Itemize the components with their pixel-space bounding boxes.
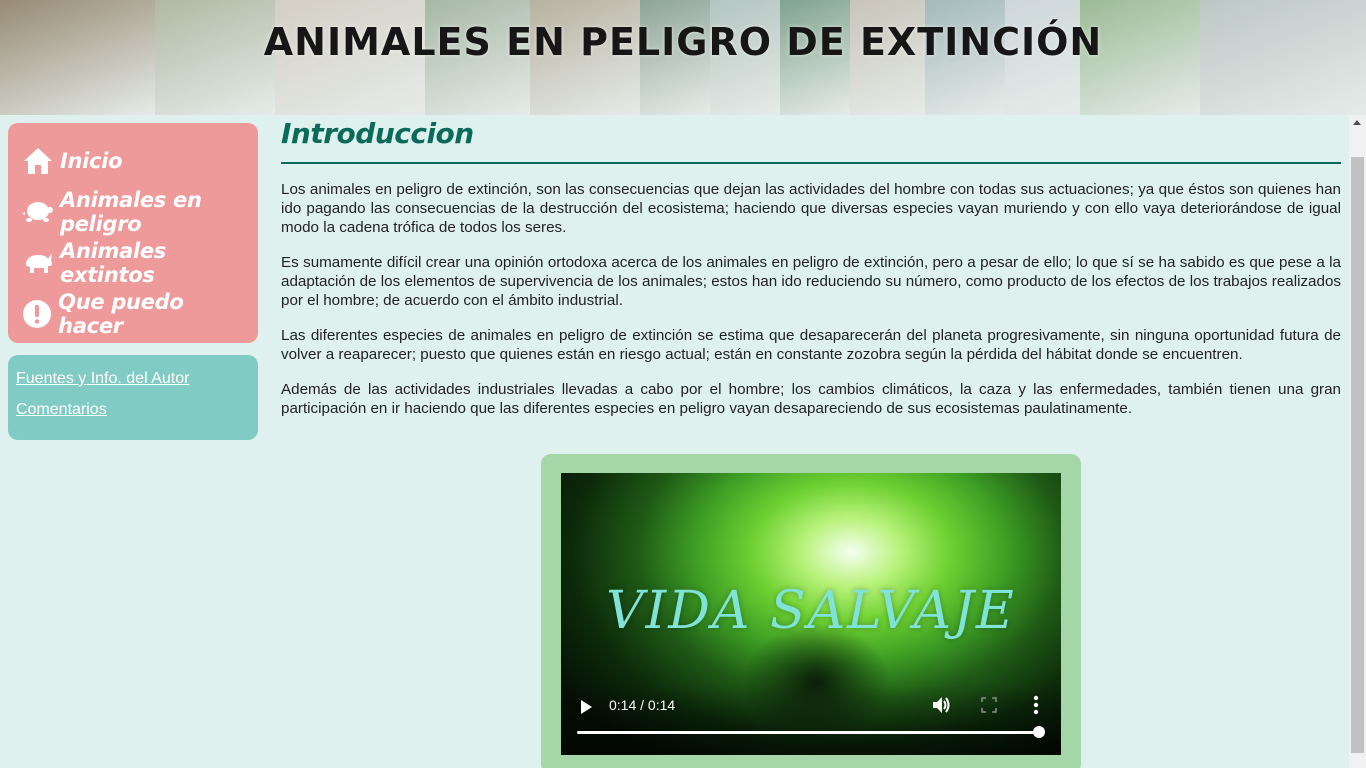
nav-label: Animales extintos — [60, 238, 166, 287]
site-title: ANIMALES EN PELIGRO DE EXTINCIÓN — [263, 20, 1103, 64]
nav-label: Que puedo hacer — [58, 289, 184, 338]
turtle-icon — [22, 196, 54, 228]
nav-label: Inicio — [60, 148, 123, 173]
page-title: Introduccion — [281, 117, 474, 150]
video-time: 0:14 / 0:14 — [609, 697, 676, 713]
paragraph: Es sumamente difícil crear una opinión o… — [281, 254, 1341, 309]
link-fuentes[interactable]: Fuentes y Info. del Autor — [16, 363, 250, 394]
link-comentarios[interactable]: Comentarios — [16, 394, 250, 425]
nav-item-que-puedo-hacer[interactable]: Que puedo hacer — [22, 288, 244, 339]
video-progress-bar[interactable] — [577, 731, 1039, 734]
nav-item-animales-extintos[interactable]: Animales extintos — [22, 237, 244, 288]
paragraph: Los animales en peligro de extinción, so… — [281, 181, 1341, 236]
fullscreen-icon[interactable] — [981, 697, 997, 713]
nav-label: Animales en peligro — [60, 187, 202, 236]
rhino-icon — [22, 247, 54, 279]
home-icon — [22, 145, 54, 177]
nav-item-animales-en-peligro[interactable]: Animales en peligro — [22, 186, 244, 237]
scroll-up-arrow-icon[interactable] — [1353, 120, 1361, 125]
paragraph: Las diferentes especies de animales en p… — [281, 327, 1341, 363]
video-frame: VIDA SALVAJE 0:14 / 0:14 — [541, 454, 1081, 768]
main-nav: Inicio Animales en peligro Animales exti… — [8, 123, 258, 343]
video-controls — [561, 685, 1061, 755]
main-content: Introduccion Los animales en peligro de … — [281, 113, 1341, 434]
video-progress-thumb[interactable] — [1033, 726, 1045, 738]
video-caption: VIDA SALVAJE — [606, 581, 1016, 641]
volume-icon[interactable] — [931, 695, 951, 715]
play-icon[interactable] — [579, 699, 593, 714]
page-scrollbar[interactable] — [1349, 115, 1366, 768]
nav-item-inicio[interactable]: Inicio — [22, 135, 244, 186]
intro-text: Los animales en peligro de extinción, so… — [281, 180, 1341, 418]
title-divider — [281, 162, 1341, 164]
paragraph: Además de las actividades industriales l… — [281, 381, 1341, 417]
more-options-icon[interactable] — [1033, 695, 1039, 715]
secondary-links: Fuentes y Info. del Autor Comentarios — [8, 355, 258, 440]
scrollbar-thumb[interactable] — [1351, 157, 1364, 753]
header-banner: ANIMALES EN PELIGRO DE EXTINCIÓN — [0, 0, 1366, 115]
exclamation-icon — [22, 298, 52, 330]
video-player[interactable]: VIDA SALVAJE 0:14 / 0:14 — [561, 473, 1061, 755]
